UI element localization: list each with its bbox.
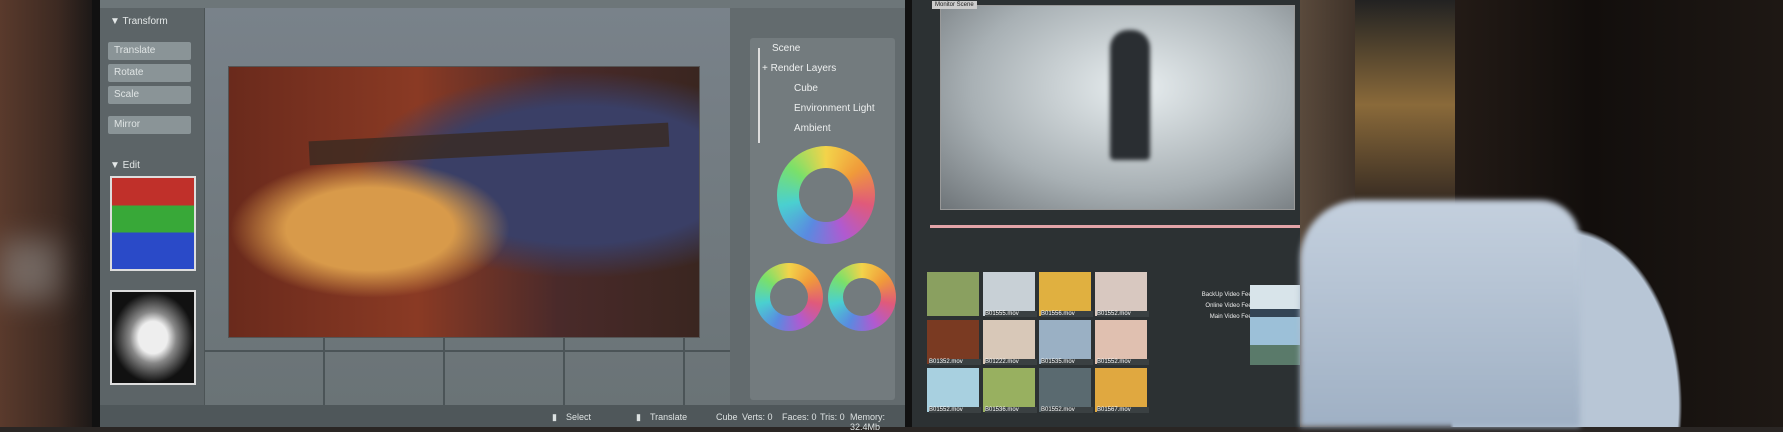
status-bar: ▮ Select ▮ Translate Cube Verts: 0 Faces… (100, 405, 905, 432)
media-thumbnail[interactable]: B01552.mov (1095, 320, 1149, 365)
guitar-video-frame (228, 66, 700, 338)
edit-section-title: ▼ Edit (110, 160, 140, 171)
scene-outliner: Scene + Render Layers Cube Environment L… (750, 38, 896, 400)
media-thumbnail[interactable]: B01222.mov (983, 320, 1037, 365)
select-tool-icon[interactable]: ▮ (552, 412, 557, 423)
timeline-track-labels: BackUp Video Feed Online Video Feed Main… (1175, 290, 1255, 323)
media-thumbnail[interactable]: B01552.mov (927, 368, 981, 413)
scale-button[interactable]: Scale (108, 86, 191, 104)
media-thumbnail[interactable] (927, 272, 979, 316)
cube-item[interactable]: Cube (794, 83, 818, 94)
media-thumbnail[interactable]: B01536.mov (983, 368, 1037, 413)
translate-button[interactable]: Translate (108, 42, 191, 60)
tris-count: Tris: 0 (820, 412, 845, 422)
tree-line (758, 48, 760, 143)
rgb-histogram (110, 176, 196, 271)
environment-light-item[interactable]: Environment Light (794, 103, 875, 114)
playback-scrubber[interactable] (930, 225, 1330, 228)
media-thumbnail[interactable]: B01556.mov (1039, 272, 1093, 317)
media-thumbnail[interactable]: B01352.mov (927, 320, 981, 365)
monitor-title: Monitor Scene (932, 1, 977, 9)
render-layers-item[interactable]: + Render Layers (762, 63, 836, 74)
media-thumbnail[interactable]: B01535.mov (1039, 320, 1093, 365)
media-thumbnail[interactable]: B01567.mov (1095, 368, 1149, 413)
color-wheel-left[interactable] (755, 263, 823, 331)
left-tool-panel: ▼ Transform Translate Rotate Scale Mirro… (100, 8, 205, 413)
translate-label: Translate (650, 412, 688, 422)
transform-section-title: ▼ Transform (110, 16, 168, 27)
waveform-scope (110, 290, 196, 385)
memory-usage: Memory: 32.4Mb (850, 412, 886, 432)
media-thumbnail[interactable]: B01555.mov (983, 272, 1037, 317)
object-name: Cube (716, 412, 738, 422)
media-thumbnail[interactable]: B01552.mov (1039, 368, 1093, 413)
rotate-button[interactable]: Rotate (108, 64, 191, 82)
dancing-couple (1110, 30, 1150, 160)
mirror-button[interactable]: Mirror (108, 116, 191, 134)
track-label: Main Video Feed (1209, 314, 1255, 320)
track-label: BackUp Video Feed (1201, 292, 1255, 298)
person-shirt (1300, 200, 1580, 427)
scene-item[interactable]: Scene (772, 43, 800, 54)
color-wheel-right[interactable] (828, 263, 896, 331)
verts-count: Verts: 0 (742, 412, 773, 422)
translate-tool-icon[interactable]: ▮ (636, 412, 641, 423)
color-wheel-main[interactable] (777, 146, 875, 244)
select-label: Select (566, 412, 592, 422)
media-bin: B01555.mov B01556.mov B01552.mov B01352.… (927, 272, 1152, 413)
media-thumbnail[interactable]: B01552.mov (1095, 272, 1149, 317)
background-wall (0, 0, 95, 427)
ambient-item[interactable]: Ambient (794, 123, 831, 134)
faces-count: Faces: 0 (782, 412, 817, 422)
track-label: Online Video Feed (1205, 303, 1255, 309)
third-monitor-edge (1355, 0, 1455, 210)
